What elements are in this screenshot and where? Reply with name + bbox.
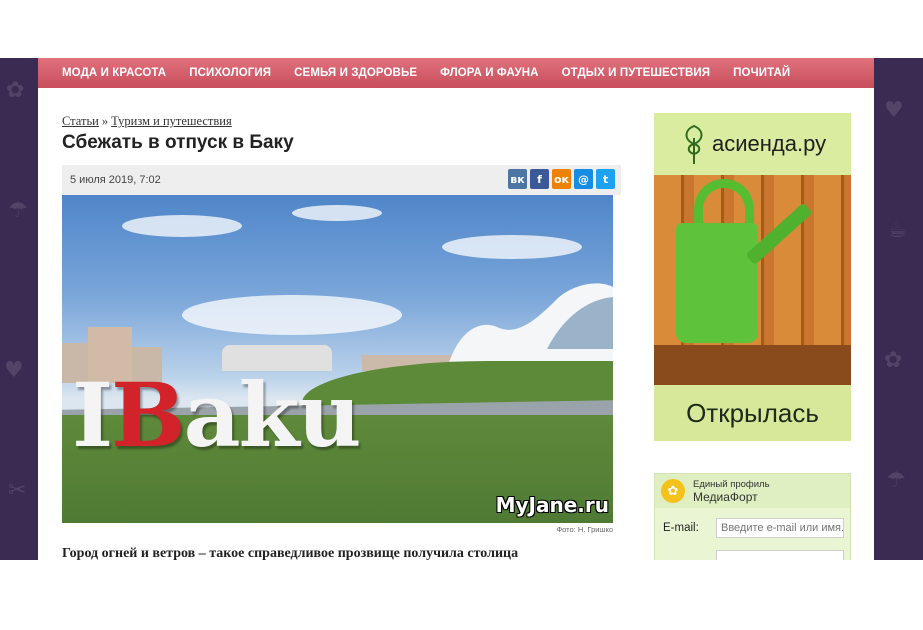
nav-item-family-health[interactable]: СЕМЬЯ И ЗДОРОВЬЕ <box>294 67 417 79</box>
nav-item-psychology[interactable]: ПСИХОЛОГИЯ <box>189 67 271 79</box>
advertisement-banner[interactable]: асиенда.ру Открылась <box>654 113 851 441</box>
article-meta-bar: 5 июля 2019, 7:02 вк f ок @ t <box>62 165 621 195</box>
watering-can-icon <box>676 223 758 343</box>
article-date: 5 июля 2019, 7:02 <box>70 174 161 186</box>
sign-letter-i: I <box>72 363 113 467</box>
login-header: ✿ Единый профиль МедиаФорт <box>655 474 850 508</box>
nav-item-flora-fauna[interactable]: ФЛОРА И ФАУНА <box>440 67 538 79</box>
fence-plank <box>774 175 804 350</box>
sign-letter-b: B <box>111 363 185 467</box>
doodle-icon: ☂ <box>886 468 906 493</box>
breadcrumb-separator: » <box>101 114 109 128</box>
twitter-share-icon[interactable]: t <box>596 169 615 189</box>
doodle-icon: ♥ <box>884 98 904 123</box>
photo-cloud <box>182 295 402 335</box>
email-field[interactable] <box>716 518 844 538</box>
email-label: E-mail: <box>663 522 699 534</box>
nav-item-read[interactable]: ПОЧИТАЙ <box>733 67 790 79</box>
nav-item-fashion-beauty[interactable]: МОДА И КРАСОТА <box>62 67 166 79</box>
doodle-icon: ✿ <box>6 78 25 103</box>
photo-cloud <box>442 235 582 259</box>
ad-table <box>654 345 851 385</box>
top-navigation: МОДА И КРАСОТА ПСИХОЛОГИЯ СЕМЬЯ И ЗДОРОВ… <box>38 58 874 88</box>
mailru-share-icon[interactable]: @ <box>574 169 593 189</box>
ad-brand-name: асиенда.ру <box>712 131 827 156</box>
odnoklassniki-share-icon[interactable]: ок <box>552 169 571 189</box>
left-background-pattern: ✿ ☂ ♥ ✂ <box>0 58 38 560</box>
mediafort-logo-icon: ✿ <box>661 479 685 503</box>
doodle-icon: ✿ <box>884 348 903 373</box>
page: МОДА И КРАСОТА ПСИХОЛОГИЯ СЕМЬЯ И ЗДОРОВ… <box>38 58 874 560</box>
article-lede: Город огней и ветров – такое справедливо… <box>62 546 519 560</box>
photo-watermark: MyJane.ru <box>495 493 609 517</box>
breadcrumb-link-articles[interactable]: Статьи <box>62 114 99 128</box>
mediafort-login-widget: ✿ Единый профиль МедиаФорт E-mail: <box>654 473 851 560</box>
share-buttons: вк f ок @ t <box>508 169 615 189</box>
fence-plank <box>814 175 844 350</box>
password-field[interactable] <box>716 550 844 560</box>
doodle-icon: ☂ <box>8 198 28 223</box>
i-love-baku-sign: IBaku <box>72 363 362 467</box>
heydar-aliyev-center <box>447 283 613 369</box>
right-background-pattern: ♥ ☕ ✿ ☂ <box>874 58 923 560</box>
doodle-icon: ✂ <box>8 478 27 503</box>
article-title: Сбежать в отпуск в Баку <box>62 132 294 153</box>
ad-brand-bar: асиенда.ру <box>654 113 851 175</box>
doodle-icon: ☕ <box>888 218 908 243</box>
article-photo: IBaku MyJane.ru <box>62 195 613 523</box>
photo-credit: Фото: Н. Гришко <box>556 525 613 534</box>
login-header-text: Единый профиль МедиаФорт <box>693 479 770 503</box>
sprout-logo-icon <box>685 124 703 164</box>
photo-cloud <box>122 215 242 237</box>
breadcrumb: Статьи» Туризм и путешествия <box>62 114 232 129</box>
facebook-share-icon[interactable]: f <box>530 169 549 189</box>
vk-share-icon[interactable]: вк <box>508 169 527 189</box>
login-brand: МедиаФорт <box>693 490 758 504</box>
photo-cloud <box>292 205 382 221</box>
breadcrumb-link-travel[interactable]: Туризм и путешествия <box>111 114 232 128</box>
sign-letters-rest: aku <box>183 363 362 467</box>
ad-headline: Открылась <box>654 385 851 441</box>
doodle-icon: ♥ <box>4 358 24 383</box>
nav-item-travel[interactable]: ОТДЫХ И ПУТЕШЕСТВИЯ <box>562 67 711 79</box>
